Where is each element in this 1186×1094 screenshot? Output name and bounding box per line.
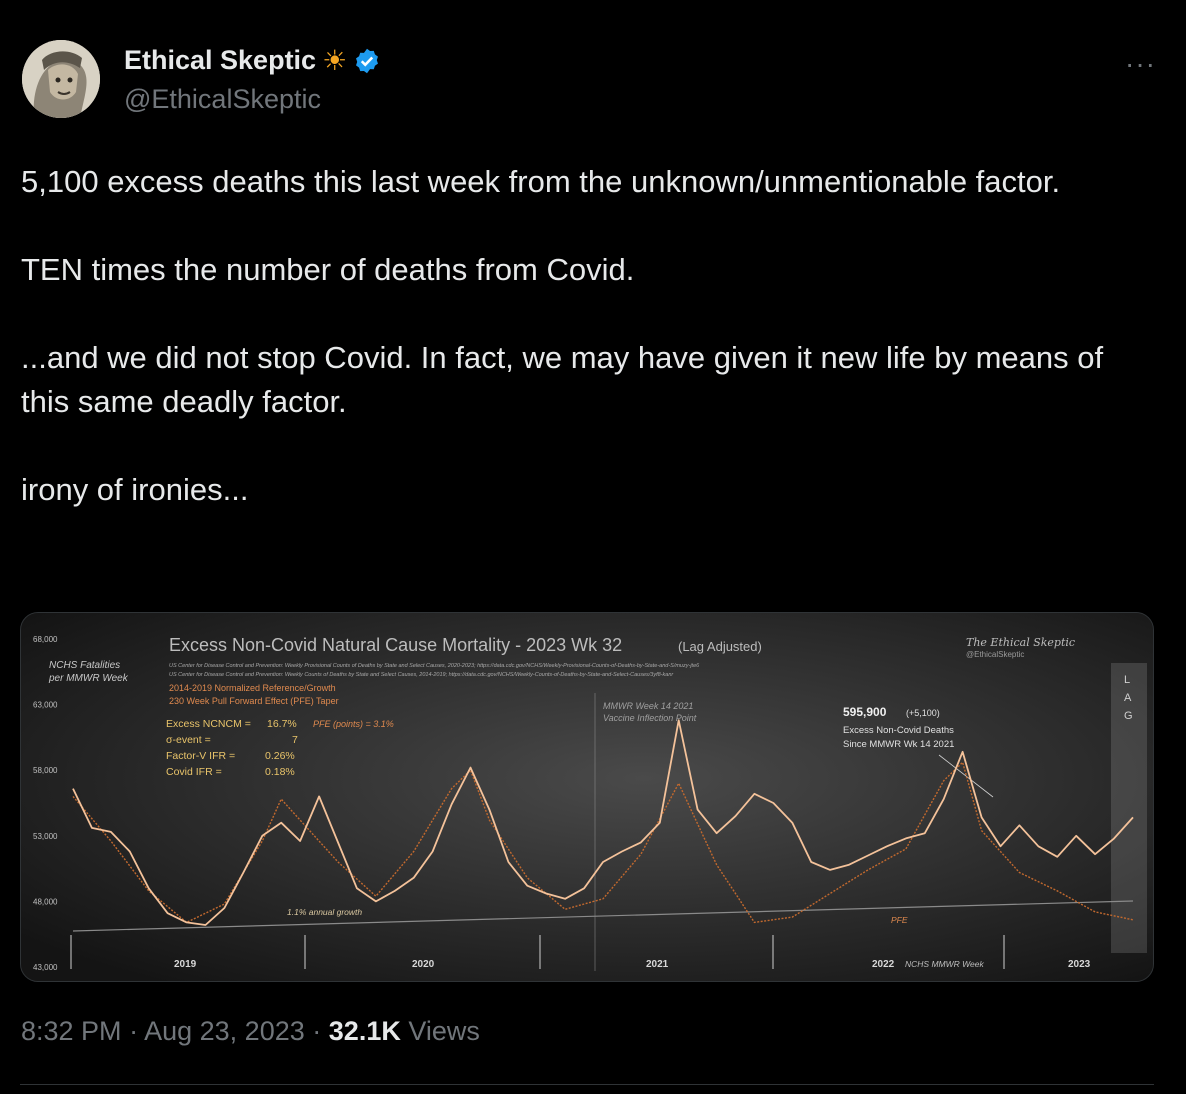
- x-axis-label: NCHS MMWR Week: [905, 959, 984, 969]
- meta-separator: ·: [129, 1016, 139, 1046]
- year-label: 2023: [1068, 959, 1091, 970]
- y-axis-label-line1: NCHS Fatalities: [49, 660, 120, 671]
- more-options-icon[interactable]: ···: [1125, 48, 1156, 80]
- author-name[interactable]: Ethical Skeptic: [124, 45, 316, 76]
- stat-label: σ-event =: [166, 734, 211, 746]
- author-handle[interactable]: @EthicalSkeptic: [124, 84, 321, 115]
- y-tick-label: 68,000: [33, 635, 58, 644]
- y-tick-label: 53,000: [33, 832, 58, 841]
- tweet-paragraph: ...and we did not stop Covid. In fact, w…: [21, 340, 1104, 419]
- divider: [20, 1084, 1154, 1085]
- stat-value: 7: [292, 734, 298, 746]
- verified-badge-icon[interactable]: [353, 47, 381, 75]
- lag-letter: L: [1124, 674, 1130, 686]
- tweet-meta: 8:32 PM · Aug 23, 2023 · 32.1K Views: [21, 1016, 480, 1047]
- lag-letter: A: [1124, 692, 1132, 704]
- stat-label: Excess NCNCM =: [166, 718, 251, 730]
- total-excess-delta: (+5,100): [906, 708, 940, 718]
- total-excess-line1: Excess Non-Covid Deaths: [843, 725, 954, 736]
- brand-name: The Ethical Skeptic: [966, 636, 1075, 649]
- views-count: 32.1K: [328, 1016, 401, 1046]
- stat-value: 0.18%: [265, 766, 295, 778]
- brand-handle: @EthicalSkeptic: [966, 650, 1024, 659]
- tweet-text: 5,100 excess deaths this last week from …: [21, 160, 1141, 556]
- tweet-time[interactable]: 8:32 PM: [21, 1016, 122, 1046]
- mmwr-note-line1: MMWR Week 14 2021: [603, 701, 693, 711]
- stat-value: 0.26%: [265, 750, 295, 762]
- mmwr-note-line2: Vaccine Inflection Point: [603, 713, 697, 723]
- y-tick-label: 58,000: [33, 766, 58, 775]
- sun-emoji: ☀: [322, 45, 348, 76]
- total-excess-line2: Since MMWR Wk 14 2021: [843, 739, 954, 750]
- y-tick-label: 43,000: [33, 963, 58, 972]
- tweet-paragraph: irony of ironies...: [21, 472, 249, 507]
- views-label: Views: [408, 1016, 480, 1046]
- meta-separator: ·: [312, 1016, 322, 1046]
- lag-letter: G: [1124, 710, 1133, 722]
- tweet-paragraph: 5,100 excess deaths this last week from …: [21, 164, 1061, 199]
- growth-label: 1.1% annual growth: [287, 907, 362, 917]
- source-line-2: US Center for Disease Control and Preven…: [169, 672, 674, 678]
- year-label: 2019: [174, 959, 197, 970]
- pfe-series-label: PFE: [891, 915, 908, 925]
- reference-line-2: 230 Week Pull Forward Effect (PFE) Taper: [169, 696, 339, 706]
- pfe-points-label: PFE (points) = 3.1%: [313, 719, 394, 729]
- y-tick-label: 48,000: [33, 897, 58, 906]
- y-tick-label: 63,000: [33, 701, 58, 710]
- avatar[interactable]: [22, 40, 100, 118]
- tweet-date[interactable]: Aug 23, 2023: [144, 1016, 305, 1046]
- year-label: 2020: [412, 959, 435, 970]
- author-name-row[interactable]: Ethical Skeptic ☀: [124, 44, 381, 77]
- chart-title: Excess Non-Covid Natural Cause Mortality…: [169, 635, 622, 655]
- stat-value: 16.7%: [267, 718, 297, 730]
- stat-label: Covid IFR =: [166, 766, 222, 778]
- source-line-1: US Center for Disease Control and Preven…: [169, 663, 700, 669]
- total-excess-value: 595,900: [843, 705, 887, 719]
- reference-line-1: 2014-2019 Normalized Reference/Growth: [169, 683, 336, 693]
- chart-title-suffix: (Lag Adjusted): [678, 639, 762, 654]
- year-label: 2022: [872, 959, 895, 970]
- avatar-portrait-icon: [22, 40, 100, 118]
- tweet-paragraph: TEN times the number of deaths from Covi…: [21, 252, 635, 287]
- year-label: 2021: [646, 959, 669, 970]
- mortality-chart: 68,000 63,000 58,000 53,000 48,000 43,000 NCH…: [21, 613, 1153, 981]
- stat-label: Factor-V IFR =: [166, 750, 235, 762]
- tweet-media-image[interactable]: 68,000 63,000 58,000 53,000 48,000 43,000 NCH…: [20, 612, 1154, 982]
- y-axis-label-line2: per MMWR Week: [48, 673, 129, 684]
